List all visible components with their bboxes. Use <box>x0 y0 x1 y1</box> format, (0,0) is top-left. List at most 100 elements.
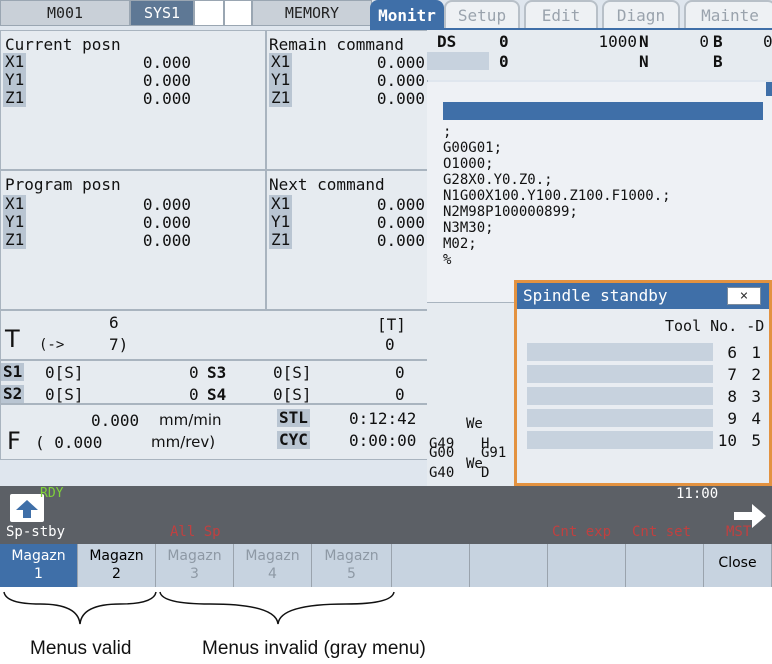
program-line: G28X0.Y0.Z0.; <box>443 172 553 188</box>
feed-value: 0.000 <box>91 411 140 430</box>
axis-label: Z1 <box>3 230 27 249</box>
program-listing[interactable]: ; G00G01; O1000; G28X0.Y0.Z0.; N1G00X100… <box>427 82 772 302</box>
feed-value: ( 0.000 <box>35 433 103 452</box>
ds-value: 0 <box>699 32 709 51</box>
gcode: G40 <box>429 465 455 481</box>
scrollbar[interactable] <box>766 82 772 96</box>
ds-blank-cell <box>427 52 489 70</box>
spindle-value: 0 <box>189 363 199 382</box>
memory-mode: MEMORY <box>252 0 372 26</box>
blank-box-2 <box>224 0 252 26</box>
menu-magazn-1[interactable]: Magazn 1 <box>0 544 78 587</box>
axis-value: 0.000 <box>142 53 191 72</box>
stl-value: 0:12:42 <box>349 409 417 428</box>
axis-value: 0.000 <box>376 53 425 72</box>
blank-box-1 <box>194 0 224 26</box>
tab-monitr[interactable]: Monitr <box>370 0 444 30</box>
program-line: M02; <box>443 236 477 252</box>
menu-magazn-4[interactable]: Magazn 4 <box>234 544 312 587</box>
axis-label: Z1 <box>3 88 27 107</box>
tab-diagn[interactable]: Diagn <box>602 0 680 30</box>
axis-label: X1 <box>3 194 27 213</box>
tool-t-label: T <box>5 325 20 353</box>
softkey-label-all-sp: All Sp <box>170 524 221 540</box>
tool-number: 7 <box>727 365 737 384</box>
axis-value: 0.000 <box>142 195 191 214</box>
menu-empty-9[interactable] <box>626 544 704 587</box>
menu-close-button[interactable]: Close <box>704 544 772 587</box>
menu-magazn-5[interactable]: Magazn 5 <box>312 544 392 587</box>
axis-label: X1 <box>269 194 293 213</box>
menu-magazn-3[interactable]: Magazn 3 <box>156 544 234 587</box>
tool-d: 5 <box>751 431 761 450</box>
feed-panel: F 0.000 mm/min ( 0.000 mm/rev) STL 0:12:… <box>0 404 428 460</box>
axis-value: 0.000 <box>376 71 425 90</box>
tool-d: 2 <box>751 365 761 384</box>
axis-value: 0.000 <box>142 231 191 250</box>
program-line: % <box>443 252 452 268</box>
axis-label: Y1 <box>269 212 293 231</box>
list-item-bar[interactable] <box>527 431 713 449</box>
spindle-label: S1 <box>1 362 25 381</box>
ds-n-label: N <box>639 32 649 51</box>
list-item-bar[interactable] <box>527 365 713 383</box>
tool-d: 1 <box>751 343 761 362</box>
cnc-screen: M001 SYS1 MEMORY Monitr Setup Edit Diagn… <box>0 0 772 587</box>
program-line: G00G01; <box>443 140 503 156</box>
tool-value: 0 <box>385 335 395 354</box>
menu-empty-6[interactable] <box>392 544 470 587</box>
gcode: H <box>481 436 490 452</box>
axis-label: Y1 <box>269 70 293 89</box>
close-icon[interactable]: × <box>727 287 761 305</box>
feed-f-label: F <box>7 427 21 455</box>
menu-empty-7[interactable] <box>470 544 548 587</box>
axis-value: 0.000 <box>376 89 425 108</box>
tool-d: 4 <box>751 409 761 428</box>
spindle-value: 0[S] <box>273 363 312 382</box>
softkey-label-cnt-set: Cnt set <box>632 524 692 540</box>
list-item-bar[interactable] <box>527 343 713 361</box>
ds-b-label: B <box>713 32 723 51</box>
cursor-line <box>443 102 763 120</box>
tab-setup[interactable]: Setup <box>444 0 520 30</box>
list-item-bar[interactable] <box>527 387 713 405</box>
program-posn-panel: Program posn X1 0.000 Y1 0.000 Z1 0.000 <box>0 170 266 310</box>
caption-menus-valid: Menus valid <box>30 638 132 659</box>
tool-number: 9 <box>727 409 737 428</box>
program-line: N2M98P100000899; <box>443 204 578 220</box>
stl-label: STL <box>277 408 310 427</box>
feed-unit: mm/min <box>159 411 222 429</box>
axis-value: 0.000 <box>376 195 425 214</box>
softkey-label-sp-stby: Sp-stby <box>6 524 66 540</box>
cyc-value: 0:00:00 <box>349 431 417 450</box>
axis-label: X1 <box>269 52 293 71</box>
program-line: O1000; <box>443 156 494 172</box>
return-arrow-icon[interactable] <box>10 494 44 522</box>
ds-b-label: B <box>713 52 723 71</box>
menu-magazn-2[interactable]: Magazn 2 <box>78 544 156 587</box>
rdy-status: RDY <box>40 486 64 501</box>
ds-value: 0 <box>499 32 509 51</box>
m001-label: M001 <box>0 0 130 26</box>
ds-value: 1000 <box>598 32 637 51</box>
softkey-label-mst: MST <box>726 524 752 540</box>
axis-label: Y1 <box>3 212 27 231</box>
menu-empty-8[interactable] <box>548 544 626 587</box>
tool-next: 7) <box>109 335 129 354</box>
spindle-label: S3 <box>207 363 227 382</box>
axis-label: Z1 <box>269 88 293 107</box>
axis-value: 0.000 <box>376 231 425 250</box>
tool-panel: T 6 (-> 7) [T] 0 <box>0 310 428 360</box>
tool-arrow: (-> <box>39 337 65 353</box>
spindle-value: 0[S] <box>45 363 84 382</box>
tool-no-header: Tool No. -D <box>665 317 765 335</box>
panel-title: Program posn <box>5 175 121 194</box>
axis-label: Z1 <box>269 230 293 249</box>
tool-d: 3 <box>751 387 761 406</box>
ds-value: 0 <box>763 32 772 51</box>
gcode: We <box>466 456 483 472</box>
cyc-label: CYC <box>277 430 310 449</box>
list-item-bar[interactable] <box>527 409 713 427</box>
tab-edit[interactable]: Edit <box>524 0 598 30</box>
tab-mainte[interactable]: Mainte <box>684 0 772 30</box>
